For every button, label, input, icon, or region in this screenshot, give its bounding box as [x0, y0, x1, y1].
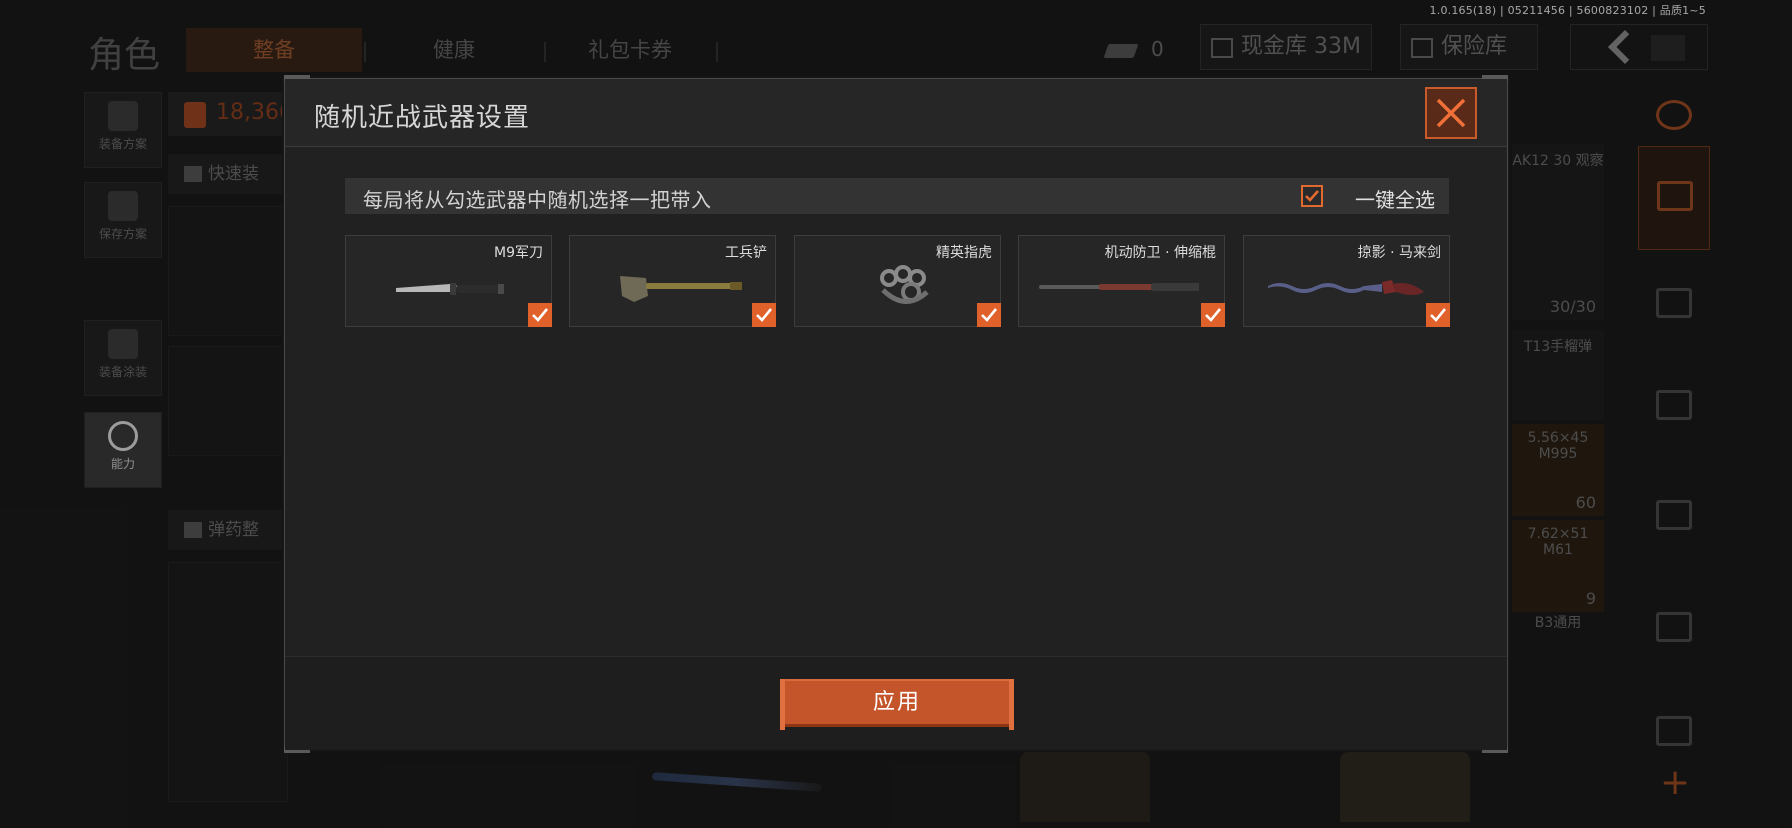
weapon-name: M9军刀: [494, 245, 543, 261]
weapon-name: 工兵铲: [725, 245, 767, 261]
select-all-checkbox[interactable]: [1301, 185, 1323, 207]
check-icon: [1430, 308, 1447, 322]
weapon-checkbox[interactable]: [752, 303, 776, 327]
dialog-header: 随机近战武器设置: [285, 79, 1507, 147]
dialog-body: 每局将从勾选武器中随机选择一把带入 一键全选 M9军刀 工兵铲 精英指虎 机动防…: [285, 148, 1507, 656]
check-icon: [1305, 190, 1319, 202]
check-icon: [981, 308, 998, 322]
check-icon: [756, 308, 773, 322]
close-icon: [1436, 98, 1466, 128]
weapon-card-knuckles[interactable]: 精英指虎: [794, 235, 1001, 327]
baton-icon: [1039, 283, 1199, 291]
weapon-checkbox[interactable]: [977, 303, 1001, 327]
close-button[interactable]: [1425, 87, 1477, 139]
weapon-checkbox[interactable]: [1201, 303, 1225, 327]
select-all-label: 一键全选: [1355, 188, 1435, 212]
check-icon: [1205, 308, 1222, 322]
dialog-footer: 应用: [285, 656, 1507, 750]
dialog-title: 随机近战武器设置: [314, 103, 531, 133]
brass-knuckles-icon: [880, 265, 929, 304]
weapon-checkbox[interactable]: [528, 303, 552, 327]
notice-bar: 每局将从勾选武器中随机选择一把带入 一键全选: [345, 178, 1449, 214]
weapon-card-baton[interactable]: 机动防卫 · 伸缩棍: [1018, 235, 1225, 327]
weapon-card-kris[interactable]: 掠影 · 马来剑: [1243, 235, 1450, 327]
kris-sword-icon: [1268, 280, 1424, 295]
apply-button[interactable]: 应用: [780, 679, 1014, 730]
weapon-name: 掠影 · 马来剑: [1357, 245, 1441, 261]
check-icon: [532, 308, 549, 322]
m9-bayonet-icon: [396, 283, 504, 295]
shovel-icon: [620, 276, 742, 302]
weapon-name: 机动防卫 · 伸缩棍: [1104, 245, 1216, 261]
weapon-name: 精英指虎: [936, 245, 992, 261]
random-melee-dialog: 随机近战武器设置 每局将从勾选武器中随机选择一把带入 一键全选 M9军刀 工兵铲…: [284, 75, 1508, 753]
weapon-card-shovel[interactable]: 工兵铲: [569, 235, 776, 327]
weapon-grid: M9军刀 工兵铲 精英指虎 机动防卫 · 伸缩棍 掠影 · 马来剑: [345, 235, 1450, 327]
weapon-checkbox[interactable]: [1426, 303, 1450, 327]
notice-text: 每局将从勾选武器中随机选择一把带入: [363, 188, 712, 212]
weapon-card-m9[interactable]: M9军刀: [345, 235, 552, 327]
